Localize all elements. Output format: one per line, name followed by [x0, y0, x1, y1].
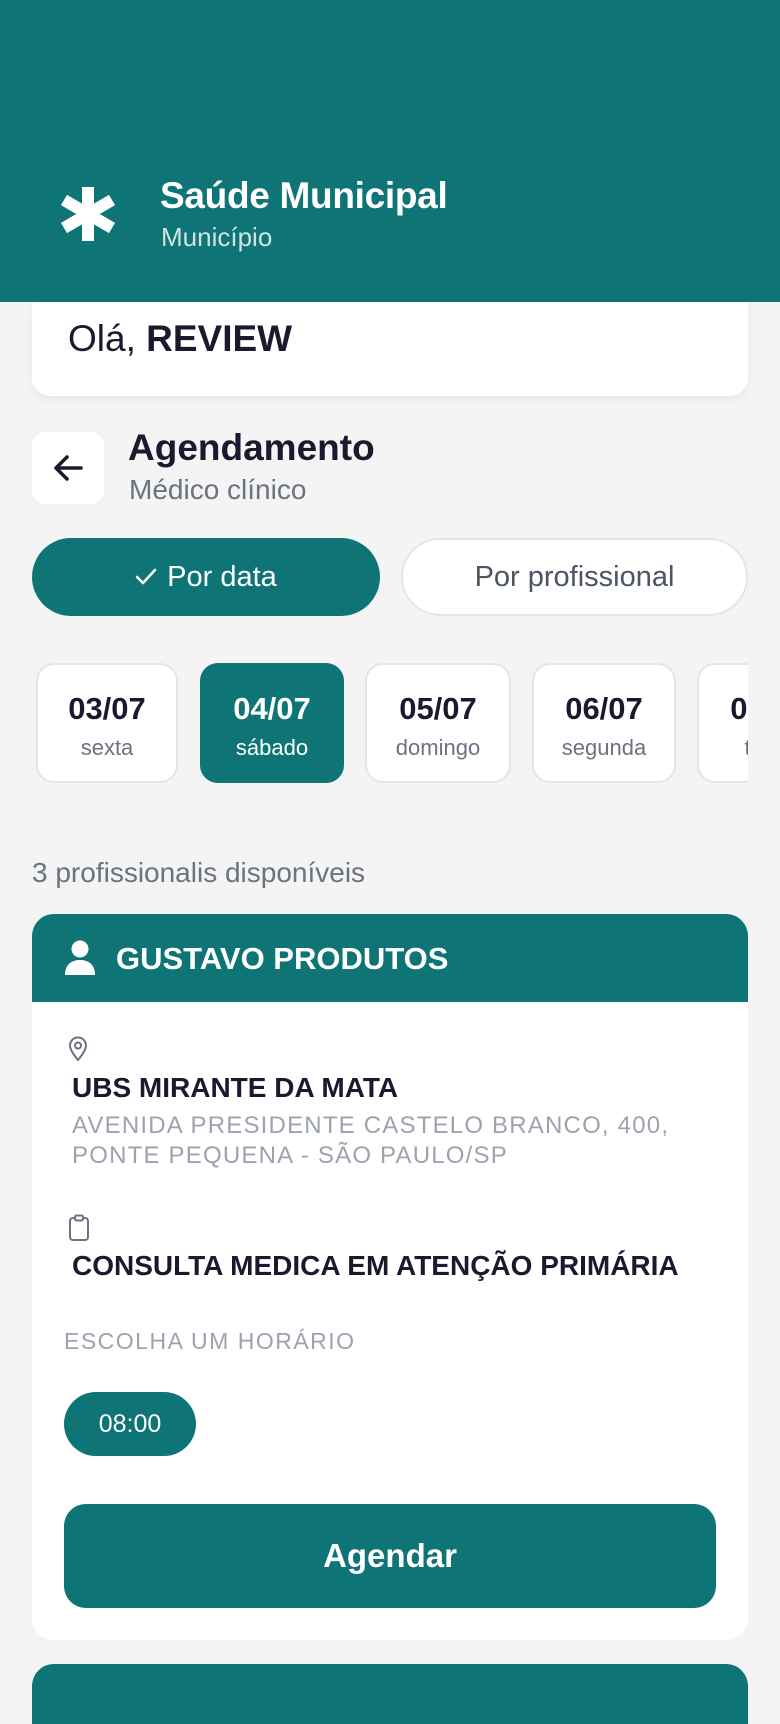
- date-chip-date: 03/07: [68, 691, 146, 726]
- greeting-prefix: Olá,: [68, 318, 136, 359]
- check-icon: [135, 568, 157, 585]
- date-chip-date: 05/07: [399, 691, 477, 726]
- back-button[interactable]: [32, 432, 104, 504]
- date-chip-weekday: segunda: [561, 735, 647, 760]
- date-chip[interactable]: 06/07 segunda: [532, 663, 676, 783]
- date-chip-date: 04/07: [233, 691, 311, 726]
- date-chip[interactable]: 05/07 domingo: [365, 663, 511, 783]
- greeting-card: Olá, REVIEW: [32, 302, 748, 396]
- date-chip[interactable]: 07/07 terça: [697, 663, 748, 783]
- date-chip-weekday: sábado: [235, 735, 309, 760]
- date-chip-weekday: domingo: [395, 735, 481, 760]
- date-chip-weekday: sexta: [80, 735, 134, 760]
- date-chip-date: 07/07: [730, 691, 748, 726]
- app-subtitle: Município: [161, 222, 273, 252]
- choose-time-label: ESCOLHA UM HORÁRIO: [64, 1328, 356, 1354]
- by-date-label: Por data: [167, 560, 277, 593]
- location-address: AVENIDA PRESIDENTE CASTELO BRANCO, 400, …: [72, 1112, 670, 1169]
- asterisk-icon: [60, 187, 116, 241]
- date-chip-selected[interactable]: 04/07 sábado: [200, 663, 344, 783]
- date-selector: 03/07 sexta 04/07 sábado 05/07 domingo 0…: [32, 663, 748, 785]
- greeting-text: Olá, REVIEW: [68, 318, 292, 360]
- by-professional-toggle[interactable]: Por profissional: [401, 538, 748, 616]
- professional-card: GUSTAVO PRODUTOS UBS MIRANTE DA MATA AVE…: [32, 914, 748, 1640]
- user-icon: [65, 940, 95, 975]
- clipboard-icon: [69, 1214, 89, 1241]
- by-date-toggle[interactable]: Por data: [32, 538, 380, 616]
- book-button[interactable]: Agendar: [64, 1504, 716, 1608]
- professional-header: GUSTAVO PRODUTOS: [32, 914, 748, 1002]
- app-title: Saúde Municipal: [160, 175, 448, 216]
- date-chip[interactable]: 03/07 sexta: [36, 663, 178, 783]
- map-pin-icon: [68, 1036, 88, 1062]
- location-name: UBS MIRANTE DA MATA: [72, 1072, 399, 1103]
- service-name: CONSULTA MEDICA EM ATENÇÃO PRIMÁRIA: [72, 1250, 679, 1281]
- professional-name: GUSTAVO PRODUTOS: [116, 941, 449, 976]
- app-header: Saúde Municipal Município: [0, 0, 780, 302]
- by-professional-label: Por profissional: [474, 560, 675, 593]
- next-professional-card-header: [32, 1664, 748, 1724]
- page-subtitle: Médico clínico: [129, 474, 307, 505]
- arrow-left-icon: [54, 455, 83, 481]
- greeting-user-name: REVIEW: [146, 318, 293, 359]
- time-slot[interactable]: 08:00: [64, 1392, 196, 1456]
- date-chip-date: 06/07: [565, 691, 643, 726]
- page-title: Agendamento: [128, 427, 375, 468]
- availability-count: 3 profissionalis disponíveis: [32, 857, 366, 888]
- date-chip-weekday: terça: [744, 735, 748, 760]
